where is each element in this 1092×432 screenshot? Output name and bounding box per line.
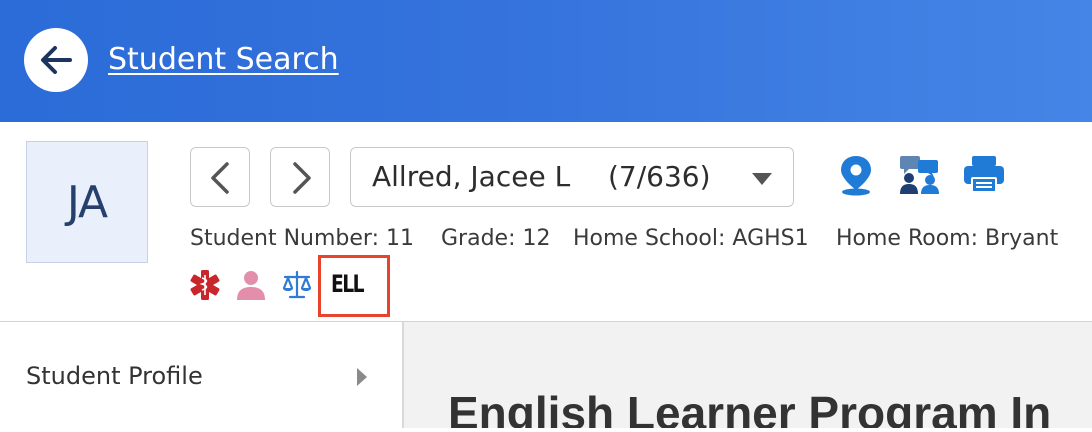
chevron-right-icon [357,368,367,386]
conference-icon[interactable] [898,154,942,196]
top-banner: Student Search [0,0,1092,122]
main-content: English Learner Program In [404,322,1092,428]
student-select[interactable]: Allred, Jacee L (7/636) [350,147,794,207]
medical-alert-icon[interactable] [189,269,221,301]
next-student-button[interactable] [270,147,330,207]
student-position: (7/636) [608,160,711,193]
avatar: JA [26,141,148,263]
previous-student-button[interactable] [190,147,250,207]
arrow-left-icon [41,46,72,74]
home-room: Home Room: Bryant [836,226,1059,251]
sidebar-item-label: Student Profile [26,362,203,390]
sidebar: Student Profile [0,322,404,428]
home-school: Home School: AGHS1 [573,226,809,251]
chevron-left-icon [211,162,229,194]
caret-down-icon [752,173,772,185]
ell-badge[interactable]: ELL [331,270,365,298]
ell-badge-highlight[interactable]: ELL [318,255,390,317]
student-search-link[interactable]: Student Search [108,42,339,77]
page-title: English Learner Program In [448,387,1052,428]
map-pin-icon[interactable] [836,154,876,196]
student-name: Allred, Jacee L [372,160,571,193]
person-icon[interactable] [235,269,267,301]
printer-icon[interactable] [962,154,1006,196]
back-button[interactable] [24,28,88,92]
student-grade: Grade: 12 [441,226,551,251]
chevron-right-icon [293,162,311,194]
legal-scale-icon[interactable] [282,269,312,301]
sidebar-item-student-profile[interactable]: Student Profile [0,322,402,432]
student-number: Student Number: 11 [190,226,414,251]
